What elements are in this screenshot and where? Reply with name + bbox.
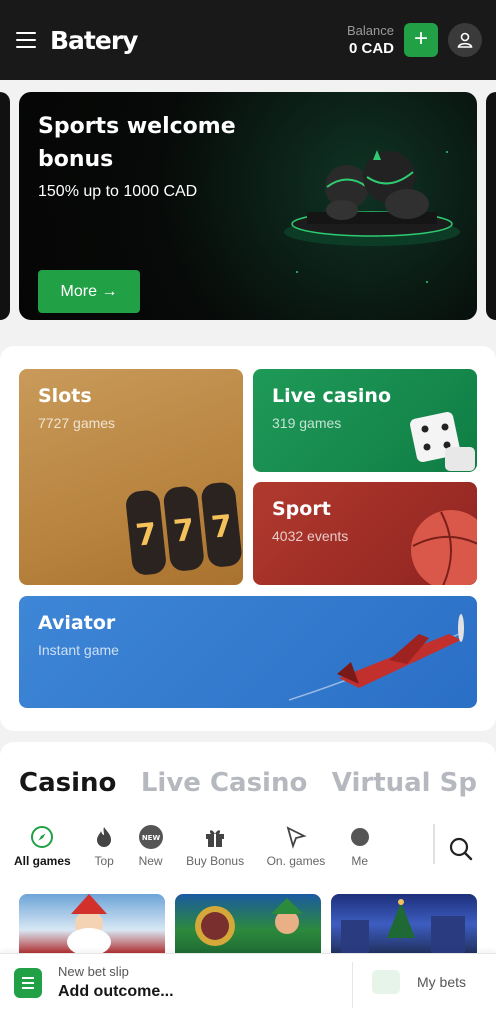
ticket-icon[interactable] [372, 970, 400, 994]
svg-text:7: 7 [210, 509, 234, 546]
deposit-button[interactable]: + [404, 23, 438, 57]
bet-slip-icon[interactable] [14, 968, 42, 998]
new-badge-icon: NEW [138, 825, 163, 849]
filter-label: Buy Bonus [186, 854, 245, 868]
more-icon [350, 828, 369, 846]
tile-title: Aviator [38, 612, 116, 634]
filter-top[interactable]: Top [93, 824, 115, 868]
flame-icon [97, 827, 112, 847]
tile-slots[interactable]: Slots 7727 games 7 7 7 [19, 369, 243, 585]
filter-new[interactable]: NEW New [138, 824, 164, 868]
svg-text:7: 7 [134, 517, 158, 554]
category-tiles: Slots 7727 games 7 7 7 Live casino 319 g… [0, 346, 496, 731]
tab-casino[interactable]: Casino [19, 768, 116, 798]
bet-slip-bar: New bet slip Add outcome... My bets [0, 953, 496, 1024]
filter-online-games[interactable]: On. games [266, 824, 326, 868]
filter-label: On. games [266, 854, 326, 868]
balance[interactable]: Balance 0 CAD [347, 23, 394, 57]
casino-tabs: Casino Live Casino Virtual Sp [19, 768, 496, 798]
bet-slip-label: New bet slip [58, 964, 129, 979]
tab-live-casino[interactable]: Live Casino [141, 768, 308, 798]
promo-title: Sports welcome bonus [38, 114, 236, 172]
balance-label: Balance [347, 23, 394, 38]
tile-title: Sport [272, 498, 331, 520]
sports-balls-illustration [284, 150, 460, 283]
divider [433, 824, 435, 864]
search-icon[interactable] [448, 836, 474, 862]
slot-machine-icon: 7 7 7 [126, 482, 242, 575]
balance-value: 0 CAD [348, 40, 394, 57]
elf-illustration [195, 898, 303, 946]
tile-aviator[interactable]: Aviator Instant game [19, 596, 477, 708]
user-icon [457, 32, 473, 48]
filter-label: Me [351, 854, 369, 868]
santa-illustration [67, 894, 111, 954]
basketball-icon [411, 510, 477, 585]
promo-banner[interactable]: Sports welcome bonus 150% up to 1000 CAD… [19, 92, 477, 320]
tile-title: Live casino [272, 385, 391, 407]
compass-icon [31, 826, 54, 848]
add-outcome-button[interactable]: Add outcome... [58, 983, 174, 1001]
logo[interactable]: Batery [50, 26, 138, 55]
sparkle-icon [286, 826, 307, 849]
filter-more[interactable]: Me [348, 824, 372, 868]
svg-text:7: 7 [172, 513, 196, 550]
game-thumbnail[interactable] [19, 894, 165, 954]
game-thumbnail[interactable] [175, 894, 321, 954]
more-button[interactable]: More → [38, 270, 140, 313]
tile-count: 4032 events [272, 528, 349, 544]
tile-sport[interactable]: Sport 4032 events [253, 482, 477, 585]
filter-label: Top [94, 854, 114, 868]
gift-icon [206, 830, 225, 847]
tile-count: 319 games [272, 415, 342, 431]
filter-label: New [138, 854, 163, 868]
profile-button[interactable] [448, 23, 482, 57]
game-thumbnail[interactable] [331, 894, 477, 954]
airplane-icon [289, 614, 464, 701]
my-bets-button[interactable]: My bets [417, 974, 466, 990]
tile-count: 7727 games [38, 415, 116, 431]
filter-label: All games [14, 854, 71, 868]
promo-subtitle: 150% up to 1000 CAD [38, 183, 198, 200]
christmas-town-illustration [341, 899, 465, 954]
tab-virtual-sports[interactable]: Virtual Sp [332, 768, 477, 798]
dice-icon [410, 412, 475, 471]
menu-icon[interactable] [16, 32, 36, 48]
game-filters: All games Top NEW New Buy Bonus On. game… [14, 824, 434, 874]
promo-carousel: Sports welcome bonus 150% up to 1000 CAD… [0, 80, 496, 340]
divider [352, 962, 353, 1008]
tile-title: Slots [38, 385, 92, 407]
tile-live-casino[interactable]: Live casino 319 games [253, 369, 477, 472]
svg-text:NEW: NEW [141, 834, 160, 842]
tile-count: Instant game [38, 642, 119, 658]
filter-buy-bonus[interactable]: Buy Bonus [186, 824, 244, 868]
next-slide[interactable] [486, 92, 496, 320]
filter-all-games[interactable]: All games [14, 824, 71, 868]
top-bar: Batery Balance 0 CAD + [0, 0, 496, 80]
prev-slide[interactable] [0, 92, 10, 320]
